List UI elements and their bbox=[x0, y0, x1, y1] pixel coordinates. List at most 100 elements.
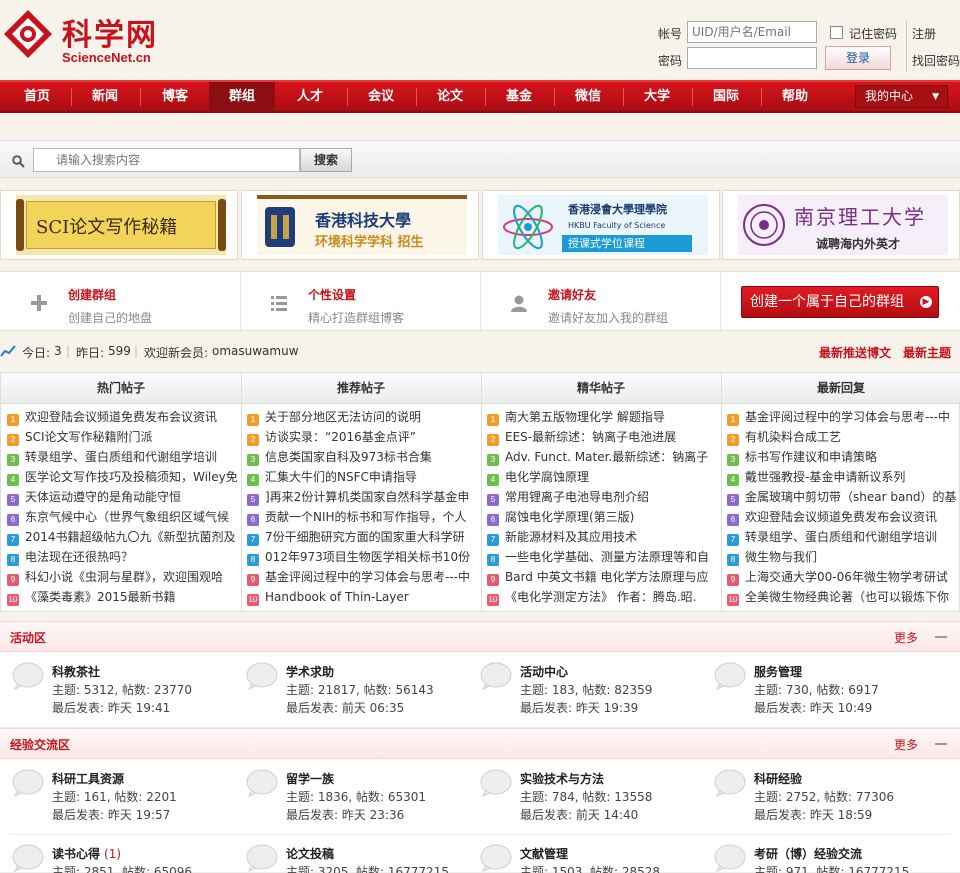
post-link[interactable]: 10 《电化学测定方法》 作者：腾岛.昭. bbox=[487, 587, 717, 607]
post-link[interactable]: 9 基金评阅过程中的学习体会与思考---中 bbox=[247, 567, 477, 587]
forum-name[interactable]: 留学一族 bbox=[286, 770, 334, 787]
nav-item-talent[interactable]: 人才 bbox=[277, 82, 343, 111]
nav-item-meetings[interactable]: 会议 bbox=[350, 82, 412, 111]
forum-name[interactable]: 实验技术与方法 bbox=[520, 770, 604, 787]
banner-njust[interactable]: 南京理工大学 诚聘海内外英才 bbox=[722, 190, 960, 260]
more-link[interactable]: 更多 bbox=[894, 736, 918, 753]
action-create-group[interactable]: 创建群组 创建自己的地盘 bbox=[0, 272, 240, 330]
post-link[interactable]: 1 基金评阅过程中的学习体会与思考---中 bbox=[727, 407, 957, 427]
forum-name[interactable]: 考研（博）经验交流 bbox=[754, 845, 862, 862]
remember-checkbox[interactable] bbox=[830, 26, 843, 39]
banner-sci-writing[interactable]: SCI论文写作秘籍 bbox=[0, 190, 238, 260]
forum-card[interactable]: 实验技术与方法 主题: 784, 帖数: 13558 最后发表: 前天 14:40 bbox=[480, 767, 705, 827]
forum-card[interactable]: 考研（博）经验交流 主题: 971, 帖数: 16777215 bbox=[714, 842, 939, 873]
nav-item-news[interactable]: 新闻 bbox=[74, 82, 136, 111]
search-input[interactable] bbox=[33, 148, 300, 172]
site-logo[interactable]: 科学网 ScienceNet.cn bbox=[2, 6, 162, 65]
forum-name[interactable]: 服务管理 bbox=[754, 663, 802, 680]
post-link[interactable]: 6 贡献一个NIH的标书和写作指导，个人 bbox=[247, 507, 477, 527]
post-link[interactable]: 8 一些电化学基础、测量方法原理等和自 bbox=[487, 547, 717, 567]
post-link[interactable]: 5]再来2份计算机类国家自然科学基金申 bbox=[247, 487, 477, 507]
post-link[interactable]: 7 新能源材料及其应用技术 bbox=[487, 527, 717, 547]
post-link[interactable]: 10 全美微生物经典论著（也可以锻炼下你 bbox=[727, 587, 957, 607]
forum-card[interactable]: 活动中心 主题: 183, 帖数: 82359 最后发表: 昨天 19:39 bbox=[480, 660, 705, 720]
forum-name[interactable]: 科教茶社 bbox=[52, 663, 100, 680]
post-link[interactable]: 4 医学论文写作技巧及投稿须知，Wiley免 bbox=[7, 467, 237, 487]
forum-name[interactable]: 文献管理 bbox=[520, 845, 568, 862]
nav-item-university[interactable]: 大学 bbox=[626, 82, 688, 111]
post-link[interactable]: 10 Handbook of Thin-Layer bbox=[247, 587, 477, 607]
new-member-link[interactable]: omasuwamuw bbox=[212, 344, 299, 358]
nav-item-wechat[interactable]: 微信 bbox=[557, 82, 619, 111]
search-button[interactable]: 搜索 bbox=[300, 148, 352, 172]
post-link[interactable]: 7 2014书籍超级帖九〇九《新型抗菌剂及 bbox=[7, 527, 237, 547]
post-link[interactable]: 6 欢迎登陆会议频道免费发布会议资讯 bbox=[727, 507, 957, 527]
banner-hkbu[interactable]: 香港浸會大學理學院 HKBU Faculty of Science 授课式学位课… bbox=[482, 190, 720, 260]
post-link[interactable]: 3 转录组学、蛋白质组和代谢组学培训 bbox=[7, 447, 237, 467]
post-link[interactable]: 5 金属玻璃中剪切带（shear band）的基 bbox=[727, 487, 957, 507]
password-input[interactable] bbox=[687, 47, 817, 69]
register-link[interactable]: 注册 bbox=[912, 25, 936, 42]
collapse-icon[interactable] bbox=[935, 636, 947, 638]
post-link[interactable]: 6 东京气候中心（世界气象组织区域气候 bbox=[7, 507, 237, 527]
forum-name[interactable]: 科研经验 bbox=[754, 770, 802, 787]
more-link[interactable]: 更多 bbox=[894, 629, 918, 646]
nav-item-blog[interactable]: 博客 bbox=[143, 82, 207, 111]
forum-name[interactable]: 读书心得 (1) bbox=[52, 845, 121, 862]
latest-topic-link[interactable]: 最新主题 bbox=[903, 344, 951, 361]
action-personal-settings[interactable]: 个性设置 精心打造群组博客 bbox=[240, 272, 480, 330]
post-link[interactable]: 3 标书写作建议和申请策略 bbox=[727, 447, 957, 467]
post-link[interactable]: 2 EES-最新综述：钠离子电池进展 bbox=[487, 427, 717, 447]
forum-card[interactable]: 文献管理 主题: 1503, 帖数: 28528 bbox=[480, 842, 705, 873]
forum-card[interactable]: 科教茶社 主题: 5312, 帖数: 23770 最后发表: 昨天 19:41 bbox=[12, 660, 237, 720]
post-link[interactable]: 5 常用锂离子电池导电剂介绍 bbox=[487, 487, 717, 507]
post-link[interactable]: 10 《藻类毒素》2015最新书籍 bbox=[7, 587, 237, 607]
latest-blog-link[interactable]: 最新推送博文 bbox=[819, 344, 891, 361]
post-link[interactable]: 8 012年973项目生物医学相关标书10份 bbox=[247, 547, 477, 567]
login-button[interactable]: 登录 bbox=[825, 46, 891, 70]
post-link[interactable]: 4 电化学腐蚀原理 bbox=[487, 467, 717, 487]
post-link[interactable]: 2 访谈实录：“2016基金点评” bbox=[247, 427, 477, 447]
forum-card[interactable]: 留学一族 主题: 1836, 帖数: 65301 最后发表: 昨天 23:36 bbox=[246, 767, 471, 827]
post-link[interactable]: 3 信息类国家自科及973标书合集 bbox=[247, 447, 477, 467]
nav-item-home[interactable]: 首页 bbox=[6, 82, 68, 111]
action-invite-friends[interactable]: 邀请好友 邀请好友加入我的群组 bbox=[480, 272, 720, 330]
post-link[interactable]: 1 南大第五版物理化学 解题指导 bbox=[487, 407, 717, 427]
post-link[interactable]: 8 电法现在还很热吗？ bbox=[7, 547, 237, 567]
nav-item-funding[interactable]: 基金 bbox=[488, 82, 550, 111]
post-link[interactable]: 4 汇集大牛们的NSFC申请指导 bbox=[247, 467, 477, 487]
post-link[interactable]: 2 有机染料合成工艺 bbox=[727, 427, 957, 447]
forum-card[interactable]: 论文投稿 主题: 3205, 帖数: 16777215 bbox=[246, 842, 471, 873]
post-link[interactable]: 9 上海交通大学00-06年微生物学考研试 bbox=[727, 567, 957, 587]
post-link[interactable]: 6 腐蚀电化学原理(第三版) bbox=[487, 507, 717, 527]
banner-hkust[interactable]: 香港科技大學 环境科学学科 招生 bbox=[241, 190, 479, 260]
nav-item-papers[interactable]: 论文 bbox=[419, 82, 481, 111]
post-link[interactable]: 5 天体运动遵守的是角动能守恒 bbox=[7, 487, 237, 507]
post-link[interactable]: 2 SCI论文写作秘籍附门派 bbox=[7, 427, 237, 447]
post-link[interactable]: 1 关于部分地区无法访问的说明 bbox=[247, 407, 477, 427]
forum-name[interactable]: 活动中心 bbox=[520, 663, 568, 680]
forum-card[interactable]: 科研经验 主题: 2752, 帖数: 77306 最后发表: 昨天 18:59 bbox=[714, 767, 939, 827]
post-link[interactable]: 7 转录组学、蛋白质组和代谢组学培训 bbox=[727, 527, 957, 547]
post-link[interactable]: 9 科幻小说《虫洞与星群》，欢迎围观哈 bbox=[7, 567, 237, 587]
nav-item-groups[interactable]: 群组 bbox=[209, 82, 275, 111]
nav-item-international[interactable]: 国际 bbox=[695, 82, 757, 111]
forum-name[interactable]: 论文投稿 bbox=[286, 845, 334, 862]
nav-item-help[interactable]: 帮助 bbox=[764, 82, 826, 111]
forum-card[interactable]: 服务管理 主题: 730, 帖数: 6917 最后发表: 昨天 10:49 bbox=[714, 660, 939, 720]
post-link[interactable]: 3 Adv. Funct. Mater.最新综述：钠离子 bbox=[487, 447, 717, 467]
forum-card[interactable]: 读书心得 (1) 主题: 2851, 帖数: 65096 bbox=[12, 842, 237, 873]
collapse-icon[interactable] bbox=[935, 743, 947, 745]
forum-card[interactable]: 科研工具资源 主题: 161, 帖数: 2201 最后发表: 昨天 19:57 bbox=[12, 767, 237, 827]
post-link[interactable]: 7 7份干细胞研究方面的国家重大科学研 bbox=[247, 527, 477, 547]
post-link[interactable]: 9 Bard 中英文书籍 电化学方法原理与应 bbox=[487, 567, 717, 587]
account-input[interactable] bbox=[687, 21, 817, 43]
create-group-button[interactable]: 创建一个属于自己的群组 ▶ bbox=[741, 286, 939, 318]
my-center-dropdown[interactable]: 我的中心 ▼ bbox=[855, 85, 948, 108]
forgot-password-link[interactable]: 找回密码 bbox=[912, 52, 960, 69]
post-link[interactable]: 1 欢迎登陆会议频道免费发布会议资讯 bbox=[7, 407, 237, 427]
forum-card[interactable]: 学术求助 主题: 21817, 帖数: 56143 最后发表: 前天 06:35 bbox=[246, 660, 471, 720]
forum-name[interactable]: 学术求助 bbox=[286, 663, 334, 680]
post-link[interactable]: 8 微生物与我们 bbox=[727, 547, 957, 567]
post-link[interactable]: 4 戴世强教授-基金申请新议系列 bbox=[727, 467, 957, 487]
